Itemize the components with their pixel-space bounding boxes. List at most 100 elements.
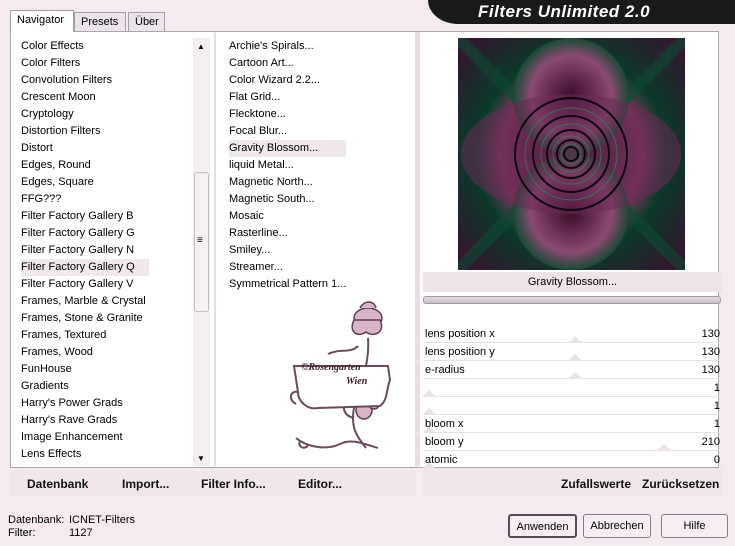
reset-button[interactable]: Zurücksetzen — [642, 477, 719, 491]
watermark-line1: ©Rosengarten — [301, 362, 361, 373]
parameter-value: 1 — [713, 382, 720, 394]
filter-item[interactable]: Symmetrical Pattern 1... — [229, 276, 346, 293]
parameter-value: 210 — [701, 436, 720, 448]
tab-navigator[interactable]: Navigator — [10, 10, 74, 32]
filter-item[interactable]: Cartoon Art... — [229, 55, 346, 72]
filter-info-button[interactable]: Filter Info... — [201, 477, 266, 491]
filter-item[interactable]: Flecktone... — [229, 106, 346, 123]
category-item[interactable]: FFG??? — [21, 191, 149, 208]
slider-track[interactable] — [423, 378, 722, 379]
parameter-value: 130 — [701, 346, 720, 358]
slider-thumb[interactable] — [423, 390, 435, 396]
filter-item[interactable]: Rasterline... — [229, 225, 346, 242]
category-item[interactable]: Gradients — [21, 378, 149, 395]
category-item[interactable]: Crescent Moon — [21, 89, 149, 106]
parameter-slider-row[interactable]: lens position y 130 — [423, 344, 722, 362]
status-db-label: Datenbank: — [8, 514, 65, 526]
category-item[interactable]: FunHouse — [21, 361, 149, 378]
category-item[interactable]: Distortion Filters — [21, 123, 149, 140]
parameter-slider-row[interactable]: 1 — [423, 380, 722, 398]
filter-item[interactable]: Flat Grid... — [229, 89, 346, 106]
category-item[interactable]: Frames, Stone & Granite — [21, 310, 149, 327]
category-item[interactable]: Lens Effects — [21, 446, 149, 463]
parameter-label: lens position x — [425, 328, 495, 340]
category-item[interactable]: Image Enhancement — [21, 429, 149, 446]
preview-divider — [415, 32, 420, 466]
parameter-slider-row[interactable]: e-radius 130 — [423, 362, 722, 380]
filter-item[interactable]: Archie's Spirals... — [229, 38, 346, 55]
parameter-slider-row[interactable]: lens position x 130 — [423, 326, 722, 344]
category-item[interactable]: Frames, Marble & Crystal — [21, 293, 149, 310]
filter-item[interactable]: Color Wizard 2.2... — [229, 72, 346, 89]
category-item[interactable]: Filter Factory Gallery Q — [21, 259, 149, 276]
filter-item[interactable]: Mosaic — [229, 208, 346, 225]
category-item[interactable]: Frames, Wood — [21, 344, 149, 361]
filter-preview-image — [458, 38, 685, 270]
category-item[interactable]: Edges, Square — [21, 174, 149, 191]
parameter-label: bloom y — [425, 436, 464, 448]
slider-track[interactable] — [423, 342, 722, 343]
parameter-value: 0 — [713, 454, 720, 466]
grip-icon: ≡ — [197, 235, 203, 246]
parameter-slider-row[interactable]: atomic 0 — [423, 452, 722, 470]
parameter-slider-row[interactable]: bloom x 1 — [423, 416, 722, 434]
apply-button[interactable]: Anwenden — [508, 514, 577, 538]
filter-item[interactable]: liquid Metal... — [229, 157, 346, 174]
parameter-value: 130 — [701, 328, 720, 340]
slider-thumb[interactable] — [423, 408, 435, 414]
filter-list[interactable]: Archie's Spirals... Cartoon Art... Color W… — [229, 38, 347, 293]
parameter-slider-row[interactable]: 1 — [423, 398, 722, 416]
watermark-line2: Wien — [346, 376, 368, 387]
slider-thumb[interactable] — [569, 372, 582, 378]
slider-track[interactable] — [423, 432, 722, 433]
filter-item[interactable]: Smiley... — [229, 242, 346, 259]
parameter-value: 1 — [713, 400, 720, 412]
category-item[interactable]: Harry's Rave Grads — [21, 412, 149, 429]
category-item[interactable]: Filter Factory Gallery G — [21, 225, 149, 242]
editor-button[interactable]: Editor... — [298, 477, 342, 491]
filter-item[interactable]: Focal Blur... — [229, 123, 346, 140]
category-item[interactable]: Filter Factory Gallery N — [21, 242, 149, 259]
filter-item[interactable]: Streamer... — [229, 259, 346, 276]
filter-item[interactable]: Gravity Blossom... — [229, 140, 347, 157]
slider-thumb[interactable] — [569, 354, 582, 360]
random-values-button[interactable]: Zufallswerte — [561, 477, 631, 491]
scroll-up-icon[interactable]: ▲ — [197, 42, 205, 51]
status-filter-count: 1127 — [69, 527, 93, 539]
filter-item[interactable]: Magnetic North... — [229, 174, 346, 191]
import-button[interactable]: Import... — [122, 477, 169, 491]
slider-track[interactable] — [423, 468, 722, 469]
tab-presets[interactable]: Presets — [74, 12, 126, 31]
parameter-value: 1 — [713, 418, 720, 430]
parameter-slider-row[interactable]: bloom y 210 — [423, 434, 722, 452]
category-item[interactable]: Filter Factory Gallery V — [21, 276, 149, 293]
category-list[interactable]: Color Effects Color Filters Convolution Fi… — [21, 38, 149, 463]
parameter-label: bloom x — [425, 418, 464, 430]
slider-track[interactable] — [423, 396, 722, 397]
preview-filter-name: Gravity Blossom... — [423, 272, 722, 292]
category-item[interactable]: Frames, Textured — [21, 327, 149, 344]
category-item[interactable]: Edges, Round — [21, 157, 149, 174]
slider-track[interactable] — [423, 414, 722, 415]
category-item[interactable]: Harry's Power Grads — [21, 395, 149, 412]
slider-thumb[interactable] — [658, 444, 671, 450]
parameter-label: e-radius — [425, 364, 465, 376]
parameter-label: lens position y — [425, 346, 495, 358]
status-filter-label: Filter: — [8, 527, 36, 539]
slider-track[interactable] — [423, 450, 722, 451]
progress-bar — [423, 296, 721, 304]
scroll-down-icon[interactable]: ▼ — [197, 454, 205, 463]
category-item[interactable]: Color Effects — [21, 38, 149, 55]
slider-thumb[interactable] — [569, 336, 582, 342]
filter-item[interactable]: Magnetic South... — [229, 191, 346, 208]
category-item[interactable]: Filter Factory Gallery B — [21, 208, 149, 225]
category-item[interactable]: Cryptology — [21, 106, 149, 123]
database-button[interactable]: Datenbank — [27, 477, 88, 491]
category-item[interactable]: Color Filters — [21, 55, 149, 72]
slider-track[interactable] — [423, 360, 722, 361]
help-button[interactable]: Hilfe — [661, 514, 728, 538]
tab-ueber[interactable]: Über — [128, 12, 165, 31]
category-item[interactable]: Convolution Filters — [21, 72, 149, 89]
category-item[interactable]: Distort — [21, 140, 149, 157]
cancel-button[interactable]: Abbrechen — [583, 514, 651, 538]
